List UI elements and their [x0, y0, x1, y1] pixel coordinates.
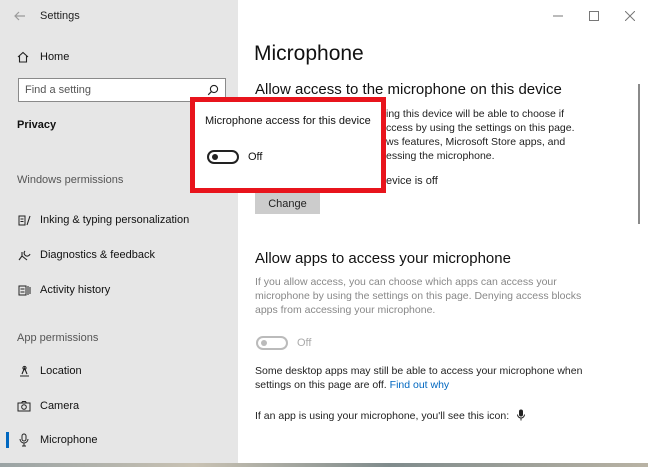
maximize-icon [589, 10, 599, 21]
device-status-text: evice is off [386, 175, 438, 187]
main-scrollbar[interactable] [638, 84, 640, 224]
home-icon [17, 51, 29, 63]
sidebar-item-inking-typing[interactable]: Inking & typing personalization [0, 207, 238, 233]
maximize-button[interactable] [576, 0, 612, 31]
desktop-apps-note-line2: settings on this page are off. Find out … [255, 378, 449, 392]
apps-access-toggle[interactable] [256, 336, 288, 350]
device-microphone-toggle-label: Off [248, 151, 263, 163]
apps-access-toggle-row: Off [256, 336, 311, 350]
sidebar-item-label: Microphone [40, 434, 98, 446]
microphone-icon [17, 433, 31, 447]
apps-section-desc-line: microphone by using the settings on this… [255, 290, 582, 302]
search-input[interactable] [25, 84, 195, 96]
apps-access-toggle-label: Off [297, 337, 312, 349]
location-icon [17, 364, 31, 378]
group-header-windows-permissions: Windows permissions [17, 174, 124, 186]
sidebar-item-diagnostics-feedback[interactable]: Diagnostics & feedback [0, 242, 238, 268]
page-title: Microphone [254, 42, 364, 65]
apps-section-heading: Allow apps to access your microphone [255, 250, 511, 267]
sidebar-item-location[interactable]: Location [0, 358, 238, 384]
group-header-app-permissions: App permissions [17, 332, 99, 344]
back-button[interactable] [0, 0, 40, 31]
desktop-background [0, 463, 648, 467]
minimize-icon [553, 15, 563, 16]
back-arrow-icon [14, 11, 25, 20]
microphone-icon [517, 409, 526, 421]
app-title: Settings [40, 9, 80, 22]
sidebar-item-activity-history[interactable]: Activity history [0, 277, 238, 303]
sidebar-item-label: Location [40, 365, 82, 377]
popup-toggle-row: Off [207, 150, 262, 164]
settings-window: Settings Home Privacy Windows permission… [0, 0, 648, 463]
device-section-desc-line: ws features, Microsoft Store apps, and [386, 136, 566, 148]
camera-icon [17, 399, 31, 413]
microphone-access-popup: Microphone access for this device Off [190, 97, 386, 193]
search-icon[interactable] [207, 84, 219, 96]
nav-home-label: Home [40, 51, 70, 63]
icon-note-text: If an app is using your microphone, you'… [255, 410, 510, 422]
inking-icon [17, 213, 31, 227]
device-section-desc-line: essing the microphone. [386, 150, 495, 162]
device-section-heading: Allow access to the microphone on this d… [255, 81, 562, 98]
sidebar-item-label: Camera [40, 400, 80, 412]
sidebar-item-microphone[interactable]: Microphone [0, 427, 238, 453]
sidebar-item-camera[interactable]: Camera [0, 393, 238, 419]
desktop-apps-note-line1: Some desktop apps may still be able to a… [255, 365, 583, 377]
nav-home[interactable]: Home [0, 44, 238, 70]
apps-section-desc-line: apps from accessing your microphone. [255, 304, 436, 316]
popup-title: Microphone access for this device [205, 115, 371, 127]
find-out-why-link[interactable]: Find out why [390, 379, 450, 391]
sidebar-item-label: Inking & typing personalization [40, 214, 190, 226]
close-button[interactable] [612, 0, 648, 31]
icon-note: If an app is using your microphone, you'… [255, 409, 526, 423]
close-icon [625, 10, 635, 21]
activity-history-icon [17, 283, 31, 297]
section-title-privacy: Privacy [17, 119, 57, 131]
diagnostics-icon [17, 248, 31, 262]
sidebar-item-label: Activity history [40, 284, 111, 296]
change-button[interactable]: Change [255, 193, 320, 214]
sidebar-item-label: Diagnostics & feedback [40, 249, 155, 261]
desktop-apps-note-text: settings on this page are off. [255, 379, 387, 391]
window-controls [540, 0, 648, 31]
titlebar-right [238, 0, 648, 31]
sidebar: Settings Home Privacy Windows permission… [0, 0, 238, 463]
device-microphone-toggle[interactable] [207, 150, 239, 164]
device-section-desc-line: ccess by using the settings on this page… [386, 122, 575, 134]
minimize-button[interactable] [540, 0, 576, 31]
apps-section-desc-line: If you allow access, you can choose whic… [255, 276, 557, 288]
device-section-desc-line: ing this device will be able to choose i… [386, 108, 565, 120]
titlebar-left: Settings [0, 0, 238, 31]
